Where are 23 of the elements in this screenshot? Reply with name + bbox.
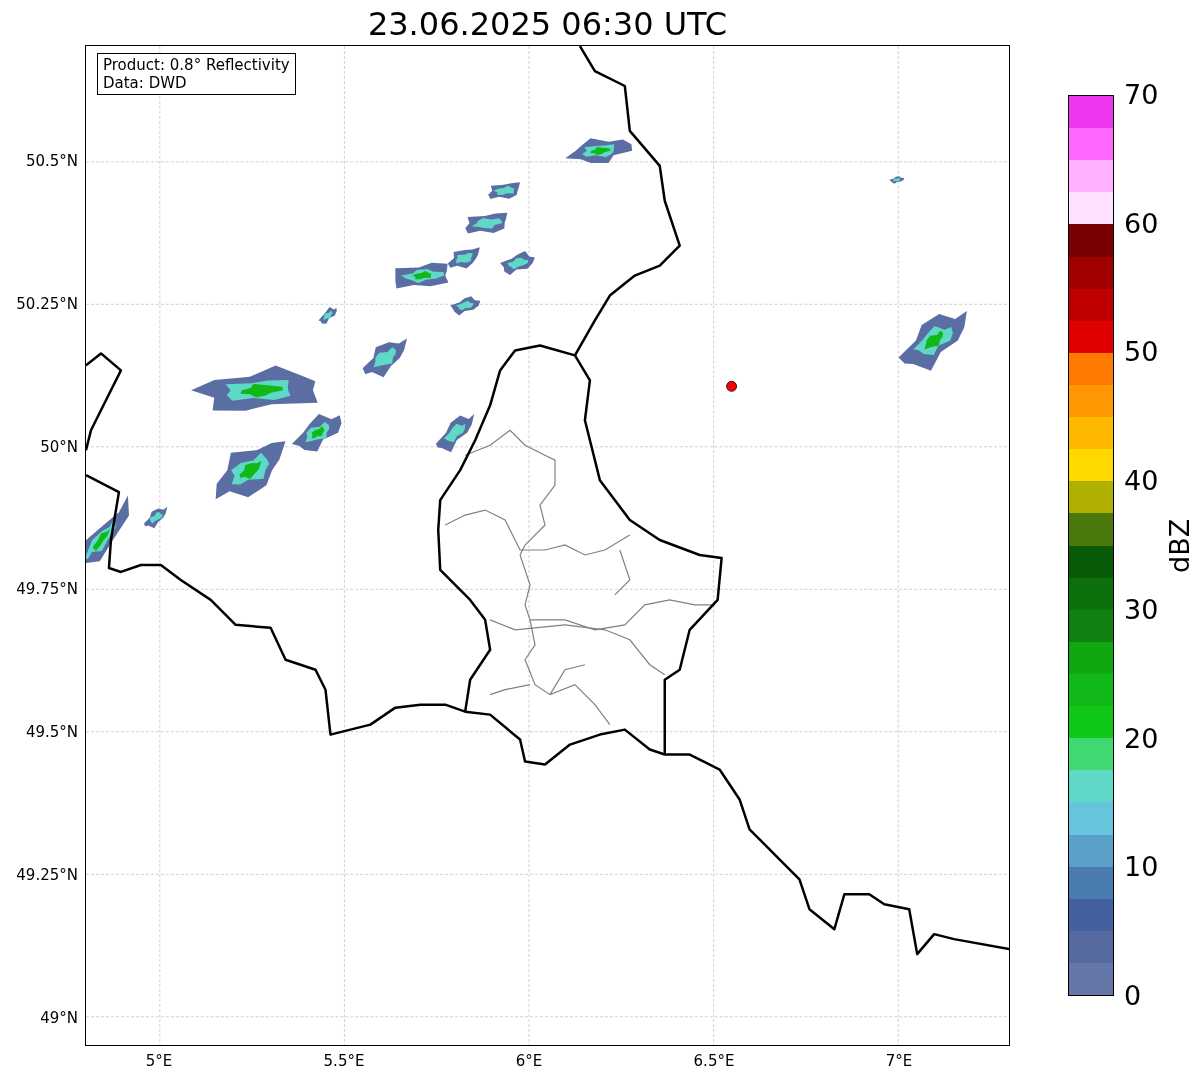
colorbar-tick-label: 50: [1124, 336, 1159, 369]
longitude-label: 6.5°E: [692, 1052, 736, 1070]
colorbar-tick-label: 0: [1124, 979, 1142, 1012]
colorbar-tick-label: 20: [1124, 722, 1159, 755]
longitude-label: 5°E: [144, 1052, 174, 1070]
colorbar-tick-label: 30: [1124, 593, 1159, 626]
latitude-label: 50.25°N: [16, 294, 78, 313]
colorbar-tick-label: 40: [1124, 465, 1159, 498]
latitude-label: 50°N: [40, 437, 78, 456]
latitude-label: 49°N: [40, 1008, 78, 1027]
latitude-label: 50.5°N: [25, 152, 78, 170]
info-text: Product: 0.8° Reflectivity: [103, 56, 290, 74]
chart-title: 23.06.2025 06:30 UTC: [366, 4, 729, 44]
colorbar-tick-label: 10: [1124, 851, 1159, 884]
latitude-label: 49.25°N: [16, 866, 78, 884]
colorbar-tick-label: 60: [1124, 207, 1159, 240]
longitude-label: 5.5°E: [322, 1052, 366, 1070]
info-text: Data: DWD: [103, 74, 188, 92]
colorbar-tick-label: 70: [1124, 79, 1159, 111]
longitude-label: 7°E: [884, 1052, 914, 1070]
latitude-label: 49.5°N: [25, 723, 78, 742]
latitude-label: 49.75°N: [16, 580, 78, 599]
longitude-label: 6°E: [514, 1052, 544, 1070]
